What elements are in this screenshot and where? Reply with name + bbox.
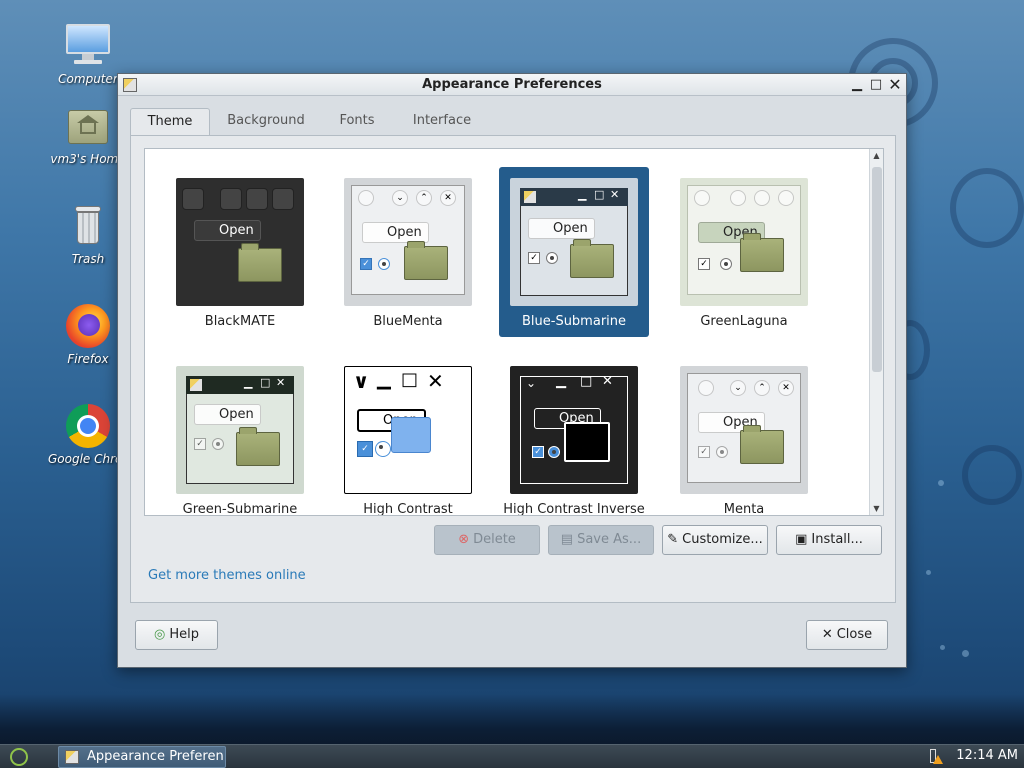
theme-preview: ⌄ ⌃ ✕ Open ✓ [680,366,808,494]
theme-name: High Contrast [363,502,453,516]
delete-button[interactable]: ⊗ Delete [434,525,540,555]
desktop-icon-label: Firefox [67,352,109,366]
theme-item-blackmate[interactable]: Open BlackMATE [165,167,315,337]
save-as-button[interactable]: ▤ Save As... [548,525,654,555]
theme-preview: ▁ □ ✕ Open ✓ [510,178,638,306]
theme-name: GreenLaguna [700,314,788,329]
help-icon: ◎ [154,627,166,642]
clock[interactable]: 12:14 AM [956,748,1018,763]
firefox-icon [64,302,112,350]
menu-icon[interactable] [10,748,28,766]
install-button[interactable]: ▣ Install... [776,525,882,555]
scroll-down-icon[interactable]: ▼ [870,502,883,515]
tab-theme[interactable]: Theme [130,108,210,136]
help-button[interactable]: ◎ Help [135,620,218,650]
customize-button[interactable]: ✎ Customize... [662,525,768,555]
minimize-icon[interactable]: ▁ [848,76,866,94]
close-label: Close [836,627,873,642]
theme-preview: Open ✓ [680,178,808,306]
tab-fonts[interactable]: Fonts [322,108,392,136]
scroll-up-icon[interactable]: ▲ [870,149,883,162]
tab-background[interactable]: Background [218,108,314,136]
theme-item-high-contrast[interactable]: ∨ ▁ □ ✕ Open ✓ High Contrast [333,355,483,516]
appearance-preferences-window: Appearance Preferences ▁ □ ✕ Theme Backg… [117,73,907,668]
theme-item-green-submarine[interactable]: ▁ □ ✕ Open ✓ Green-Submarine [165,355,315,516]
desktop-icon-label: Trash [71,252,105,266]
desktop-icon-computer[interactable]: Computer [48,22,128,86]
chrome-icon [64,402,112,450]
home-folder-icon [64,102,112,150]
theme-name: Menta [723,502,765,516]
preview-open-button: Open [528,218,595,239]
get-more-themes-link[interactable]: Get more themes online [148,568,306,583]
maximize-icon[interactable]: □ [867,76,885,94]
theme-item-menta[interactable]: ⌄ ⌃ ✕ Open ✓ Menta [669,355,819,516]
save-as-label: Save As... [577,532,642,547]
close-icon: ✕ [821,627,833,642]
theme-preview: ⌄ ▁ □ ✕ Open ✓ [510,366,638,494]
theme-item-high-contrast-inverse[interactable]: ⌄ ▁ □ ✕ Open ✓ High Contrast Inverse [499,355,649,516]
theme-name: High Contrast Inverse [503,502,645,516]
theme-list[interactable]: Open BlackMATE ⌄ ⌃ ✕ Open ✓ BlueMenta ▁ … [144,148,884,516]
theme-preview: ⌄ ⌃ ✕ Open ✓ [344,178,472,306]
window-title: Appearance Preferences [422,77,602,92]
edit-icon: ✎ [667,532,679,547]
tab-interface[interactable]: Interface [400,108,484,136]
title-bar[interactable]: Appearance Preferences ▁ □ ✕ [118,74,906,96]
theme-preview: ∨ ▁ □ ✕ Open ✓ [344,366,472,494]
theme-name: Blue-Submarine [521,314,627,329]
desktop-icon-label: Computer [58,72,118,86]
trash-icon [64,202,112,250]
desktop-icon-home[interactable]: vm3's Home [48,102,128,166]
desktop-icon-trash[interactable]: Trash [48,202,128,266]
appearance-app-icon [65,750,79,764]
theme-tab-panel: Open BlackMATE ⌄ ⌃ ✕ Open ✓ BlueMenta ▁ … [130,135,896,603]
preview-open-button: Open [194,404,261,425]
desktop-icon-firefox[interactable]: Firefox [48,302,128,366]
delete-icon: ⊗ [458,532,470,547]
desktop-icon-label: Google Chrome [48,452,128,466]
theme-item-blue-submarine[interactable]: ▁ □ ✕ Open ✓ Blue-Submarine [499,167,649,337]
theme-item-greenlaguna[interactable]: Open ✓ GreenLaguna [669,167,819,337]
scroll-thumb[interactable] [872,167,882,372]
preview-open-button: Open [194,220,261,241]
battery-warning-icon[interactable] [928,749,943,765]
close-icon[interactable]: ✕ [886,76,904,94]
theme-name: BlueMenta [373,314,443,329]
help-label: Help [169,627,199,642]
computer-icon [64,22,112,70]
theme-name: BlackMATE [204,314,276,329]
desktop-icon-chrome[interactable]: Google Chrome [48,402,128,466]
delete-label: Delete [473,532,516,547]
taskbar: Appearance Preferen... 12:14 AM [0,744,1024,768]
install-icon: ▣ [795,532,808,547]
taskbar-window-label: Appearance Preferen... [87,749,226,764]
theme-preview: Open [176,178,304,306]
taskbar-window-button[interactable]: Appearance Preferen... [58,746,226,768]
save-icon: ▤ [560,532,574,547]
preview-open-button: Open [362,222,429,243]
theme-list-scrollbar[interactable]: ▲ ▼ [869,149,883,515]
theme-preview: ▁ □ ✕ Open ✓ [176,366,304,494]
theme-name: Green-Submarine [182,502,298,516]
install-label: Install... [811,532,863,547]
customize-label: Customize... [682,532,763,547]
theme-item-bluementa[interactable]: ⌄ ⌃ ✕ Open ✓ BlueMenta [333,167,483,337]
close-button[interactable]: ✕ Close [806,620,888,650]
desktop-icon-label: vm3's Home [50,152,126,166]
